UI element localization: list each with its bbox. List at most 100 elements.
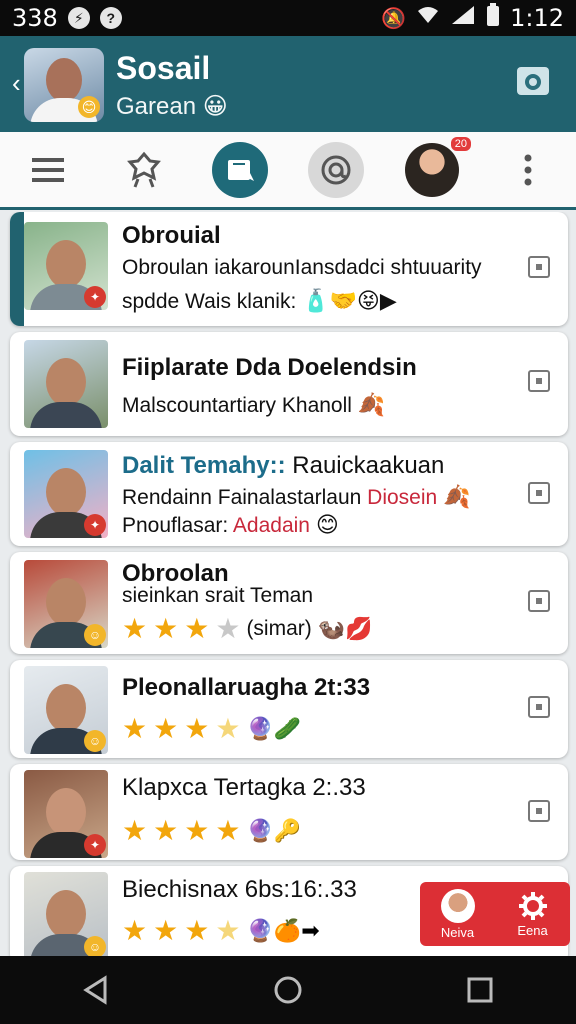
emoji-row: 🦦💋 [317, 615, 373, 641]
list-item[interactable]: ✦ Obrouial Obroulan iakarounIansdadci sh… [10, 212, 568, 326]
list-item[interactable]: ☺ Obroolan sieinkan srait Teman ★ ★ ★ ★ … [10, 552, 568, 654]
subtitle-text: Garean [116, 93, 197, 120]
chat-line: sieinkan srait Teman [122, 584, 314, 607]
rating-stars: ★ ★ ★ ★ 🔮🥒 [122, 712, 301, 745]
chat-title-rest: Rauickaakuan [285, 452, 445, 479]
chat-line: Obroulan iakarounIansdadci shtuuarity [122, 256, 482, 279]
select-checkbox[interactable] [528, 800, 550, 822]
list-item[interactable]: ✦ Dalit Temahy:: Rauickaakuan Rendainn F… [10, 442, 568, 546]
select-checkbox[interactable] [528, 370, 550, 392]
settings-label: Eena [517, 922, 548, 938]
status-time: 1:12 [510, 4, 564, 32]
star-icon: ★ [215, 815, 241, 846]
star-icon: ★ [215, 713, 241, 744]
chat-title: Pleonallaruagha 2t:33 [122, 674, 371, 701]
star-icon: ★ [122, 613, 148, 644]
status-badge: ☺ [84, 936, 106, 956]
app-header: ‹ 😊 Sosail Garean 😀 [0, 36, 576, 132]
status-badge: ✦ [84, 514, 106, 536]
star-icon: ★ [122, 713, 148, 744]
chat-title: Biechisnax 6bs:16:.33 [122, 876, 357, 903]
tab-chat[interactable] [212, 141, 268, 198]
list-item[interactable]: ☺ Pleonallaruagha 2t:33 ★ ★ ★ ★ 🔮🥒 [10, 660, 568, 758]
list-item[interactable]: Fiiplarate Dda Doelendsin Malscountartia… [10, 332, 568, 436]
chat-line: Pnouflasar: Adadain 😊 [122, 512, 339, 538]
status-badge: ☺ [84, 730, 106, 752]
chat-line-text: spdde Wais klanik: [122, 290, 297, 313]
rating-text: (simar) [246, 616, 312, 640]
new-chat-label: Neiva [440, 924, 475, 940]
chat-line-text: Rendainn Fainalastarlaun [122, 486, 362, 509]
tab-badge[interactable] [116, 142, 172, 198]
emoji: 🍂 [357, 392, 386, 417]
menu-icon [32, 157, 64, 182]
page-subtitle: Garean 😀 [116, 92, 228, 121]
tab-more[interactable] [500, 142, 556, 198]
avatar: ✦ [24, 450, 108, 538]
select-checkbox[interactable] [528, 482, 550, 504]
avatar [24, 340, 108, 428]
chat-line-text: Pnouflasar: [122, 514, 229, 537]
chat-line-highlight: Diosein [367, 486, 438, 509]
chat-title: Fiiplarate Dda Doelendsin [122, 354, 417, 381]
subtitle-emoji: 😀 [202, 93, 228, 120]
chat-list: ✦ Obrouial Obroulan iakarounIansdadci sh… [0, 212, 576, 956]
list-item[interactable]: ✦ Klapxca Tertagka 2:.33 ★ ★ ★ ★ 🔮🔑 [10, 764, 568, 860]
more-vert-icon [524, 154, 532, 185]
status-badge: ✦ [84, 834, 106, 856]
select-checkbox[interactable] [528, 696, 550, 718]
star-icon: ★ [122, 815, 148, 846]
star-icon: ★ [122, 915, 148, 946]
avatar: ☺ [24, 560, 108, 648]
rating-stars: ★ ★ ★ ★ 🔮🔑 [122, 814, 301, 847]
messenger-icon: ⚡ [67, 7, 90, 29]
settings-button[interactable]: Eena [495, 882, 570, 946]
back-arrow-icon[interactable]: ‹ [12, 68, 21, 99]
star-icon: ★ [153, 915, 179, 946]
contact-avatar-icon [440, 888, 475, 923]
tab-mention[interactable] [308, 141, 364, 198]
avatar: ✦ [24, 770, 108, 858]
nav-back-icon[interactable] [81, 975, 111, 1005]
star-icon: ★ [215, 915, 241, 946]
user-avatar: 20 [405, 136, 471, 197]
chat-line: Malscountartiary Khanoll 🍂 [122, 392, 385, 418]
chat-line: Rendainn Fainalastarlaun Diosein 🍂 [122, 484, 470, 510]
selected-indicator [10, 212, 24, 326]
star-icon: ★ [184, 915, 210, 946]
new-chat-button[interactable]: Neiva [420, 882, 495, 946]
chat-title: Obrouial [122, 222, 221, 249]
star-icon: ★ [184, 713, 210, 744]
select-checkbox[interactable] [528, 256, 550, 278]
tab-profile[interactable]: 20 [404, 136, 471, 198]
camera-icon[interactable] [516, 64, 550, 98]
status-bar: 338 ⚡ ? 🔕 1:12 [0, 0, 576, 36]
star-icon: ★ [153, 815, 179, 846]
tab-menu[interactable] [20, 142, 76, 198]
emoji-row: 🔮🥒 [246, 715, 302, 741]
chat-line-highlight: Adadain [232, 514, 310, 537]
battery-icon [486, 3, 500, 33]
rating-stars: ★ ★ ★ ★ (simar) 🦦💋 [122, 612, 373, 645]
profile-avatar[interactable]: 😊 [24, 48, 104, 122]
emoji-row: 🔮🔑 [246, 817, 302, 843]
rating-stars: ★ ★ ★ ★ 🔮🍊➡ [122, 914, 320, 947]
nav-recents-icon[interactable] [465, 975, 495, 1005]
emoji-row: 🔮🍊➡ [246, 917, 320, 943]
page-title: Sosail [116, 50, 211, 86]
avatar: ☺ [24, 666, 108, 754]
emoji-row: 🧴🤝😝▶ [302, 288, 397, 313]
emoji: 😊 [315, 512, 339, 537]
chat-icon [228, 159, 254, 181]
chat-title-highlight: Dalit Temahy:: [122, 452, 286, 479]
nav-home-icon[interactable] [273, 975, 303, 1005]
avatar: ☺ [24, 872, 108, 956]
chat-line: spdde Wais klanik: 🧴🤝😝▶ [122, 288, 397, 314]
avatar: ✦ [24, 222, 108, 310]
emoji: 🍂 [443, 484, 471, 509]
gear-icon [518, 891, 547, 920]
notification-badge: 20 [450, 136, 471, 151]
wifi-icon [416, 5, 440, 31]
select-checkbox[interactable] [528, 590, 550, 612]
chat-title: Dalit Temahy:: Rauickaakuan [122, 452, 444, 480]
